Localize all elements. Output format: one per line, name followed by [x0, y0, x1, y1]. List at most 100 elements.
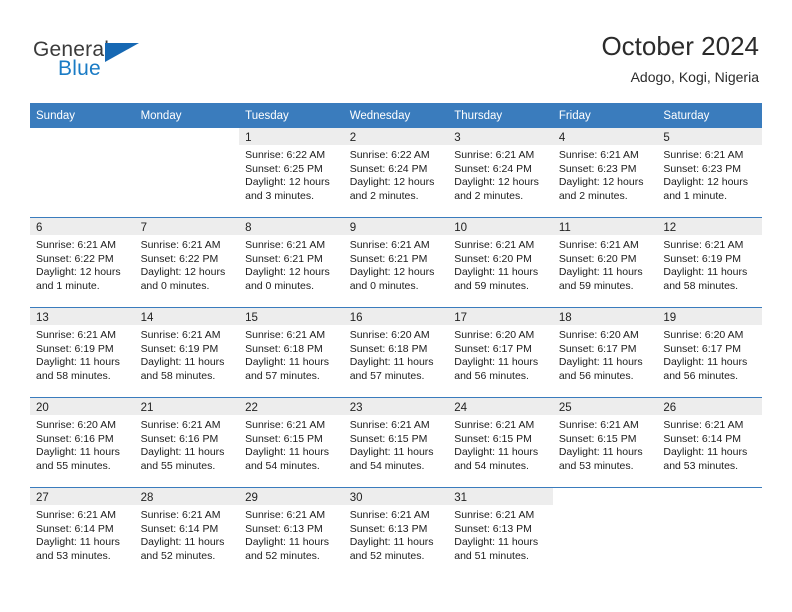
daylight-text-line2: and 54 minutes.	[245, 459, 320, 472]
day-cell[interactable]: 18 Sunrise: 6:20 AM Sunset: 6:17 PM Dayligh…	[552, 307, 658, 398]
day-cell[interactable]: 24 Sunrise: 6:21 AM Sunset: 6:15 PM Dayligh…	[448, 397, 553, 488]
day-details: Sunrise: 6:21 AM Sunset: 6:15 PM Daylight:…	[448, 415, 553, 473]
sunset-text: Sunset: 6:24 PM	[349, 162, 428, 175]
day-details: Sunrise: 6:21 AM Sunset: 6:20 PM Daylight:…	[553, 235, 658, 293]
day-details: Sunrise: 6:20 AM Sunset: 6:17 PM Daylight:…	[657, 325, 762, 383]
daylight-text-line2: and 56 minutes.	[558, 369, 634, 382]
daylight-text-line1: Daylight: 12 hours	[245, 266, 330, 279]
day-number: 7	[134, 218, 240, 235]
day-cell[interactable]: 16 Sunrise: 6:20 AM Sunset: 6:18 PM Dayligh…	[343, 307, 449, 398]
day-number: 28	[134, 488, 240, 505]
sunset-text: Sunset: 6:15 PM	[245, 432, 323, 445]
daylight-text-line1: Daylight: 11 hours	[245, 356, 329, 369]
day-cell[interactable]: 17 Sunrise: 6:20 AM Sunset: 6:17 PM Dayligh…	[448, 307, 553, 398]
sunset-text: Sunset: 6:23 PM	[663, 162, 742, 175]
day-details: Sunrise: 6:21 AM Sunset: 6:13 PM Daylight:…	[448, 505, 553, 563]
day-cell[interactable]: 26 Sunrise: 6:21 AM Sunset: 6:14 PM Dayligh…	[657, 397, 762, 488]
day-cell[interactable]: 27 Sunrise: 6:21 AM Sunset: 6:14 PM Dayligh…	[30, 487, 135, 577]
daylight-text-line1: Daylight: 11 hours	[245, 446, 329, 459]
day-cell[interactable]: 2 Sunrise: 6:22 AM Sunset: 6:24 PM Daylight…	[343, 128, 449, 218]
day-cell[interactable]: 6 Sunrise: 6:21 AM Sunset: 6:22 PM Daylight…	[30, 217, 135, 308]
day-cell[interactable]: 28 Sunrise: 6:21 AM Sunset: 6:14 PM Dayligh…	[134, 487, 240, 577]
sunrise-text: Sunrise: 6:20 AM	[663, 329, 744, 341]
sunset-text: Sunset: 6:20 PM	[558, 252, 637, 265]
sunset-text: Sunset: 6:22 PM	[140, 252, 219, 265]
daylight-text-line2: and 0 minutes.	[349, 279, 419, 292]
day-number: 10	[448, 218, 553, 235]
day-number: 1	[239, 128, 344, 145]
day-cell[interactable]: 31 Sunrise: 6:21 AM Sunset: 6:13 PM Dayligh…	[448, 487, 553, 577]
day-cell[interactable]: 4 Sunrise: 6:21 AM Sunset: 6:23 PM Daylight…	[552, 128, 658, 218]
day-number	[30, 128, 135, 145]
day-cell[interactable]: 5 Sunrise: 6:21 AM Sunset: 6:23 PM Daylight…	[657, 128, 762, 218]
daylight-text-line1: Daylight: 11 hours	[454, 266, 539, 279]
daylight-text-line2: and 59 minutes.	[454, 279, 529, 292]
day-number: 15	[239, 308, 344, 325]
sunset-text: Sunset: 6:18 PM	[349, 342, 428, 355]
day-cell[interactable]: 11 Sunrise: 6:21 AM Sunset: 6:20 PM Dayligh…	[552, 217, 658, 308]
sunrise-text: Sunrise: 6:21 AM	[140, 239, 221, 251]
daylight-text-line1: Daylight: 11 hours	[140, 536, 225, 549]
sunset-text: Sunset: 6:18 PM	[245, 342, 323, 355]
sunset-text: Sunset: 6:16 PM	[140, 432, 219, 445]
sunrise-text: Sunrise: 6:21 AM	[245, 329, 326, 341]
day-details: Sunrise: 6:20 AM Sunset: 6:16 PM Daylight:…	[30, 415, 135, 473]
day-cell[interactable]: 3 Sunrise: 6:21 AM Sunset: 6:24 PM Daylight…	[448, 128, 553, 218]
day-cell[interactable]: 30 Sunrise: 6:21 AM Sunset: 6:13 PM Dayligh…	[343, 487, 449, 577]
general-blue-logo[interactable]: General Blue	[33, 38, 213, 84]
sunrise-text: Sunrise: 6:21 AM	[140, 419, 221, 431]
day-details: Sunrise: 6:21 AM Sunset: 6:19 PM Daylight:…	[30, 325, 135, 383]
day-cell[interactable]: 22 Sunrise: 6:21 AM Sunset: 6:15 PM Dayligh…	[239, 397, 344, 488]
sunrise-text: Sunrise: 6:21 AM	[663, 239, 744, 251]
sunset-text: Sunset: 6:23 PM	[558, 162, 637, 175]
daylight-text-line1: Daylight: 12 hours	[349, 266, 435, 279]
daylight-text-line2: and 54 minutes.	[349, 459, 425, 472]
day-cell[interactable]: 10 Sunrise: 6:21 AM Sunset: 6:20 PM Dayligh…	[448, 217, 553, 308]
daylight-text-line2: and 0 minutes.	[245, 279, 315, 292]
day-number	[134, 128, 240, 145]
day-cell-empty	[657, 487, 762, 577]
day-cell[interactable]: 12 Sunrise: 6:21 AM Sunset: 6:19 PM Dayligh…	[657, 217, 762, 308]
day-details: Sunrise: 6:21 AM Sunset: 6:13 PM Daylight:…	[239, 505, 344, 563]
day-cell[interactable]: 7 Sunrise: 6:21 AM Sunset: 6:22 PM Daylight…	[134, 217, 240, 308]
day-cell[interactable]: 8 Sunrise: 6:21 AM Sunset: 6:21 PM Daylight…	[239, 217, 344, 308]
day-cell[interactable]: 23 Sunrise: 6:21 AM Sunset: 6:15 PM Dayligh…	[343, 397, 449, 488]
sunrise-text: Sunrise: 6:21 AM	[454, 239, 535, 251]
day-cell[interactable]: 19 Sunrise: 6:20 AM Sunset: 6:17 PM Dayligh…	[657, 307, 762, 398]
day-cell[interactable]: 29 Sunrise: 6:21 AM Sunset: 6:13 PM Dayligh…	[239, 487, 344, 577]
sunset-text: Sunset: 6:14 PM	[663, 432, 742, 445]
daylight-text-line1: Daylight: 11 hours	[454, 536, 539, 549]
daylight-text-line2: and 56 minutes.	[663, 369, 739, 382]
sunrise-text: Sunrise: 6:20 AM	[36, 419, 116, 431]
day-details: Sunrise: 6:20 AM Sunset: 6:17 PM Daylight:…	[553, 325, 658, 383]
daylight-text-line1: Daylight: 12 hours	[349, 176, 435, 189]
sunset-text: Sunset: 6:14 PM	[36, 522, 114, 535]
day-cell[interactable]: 1 Sunrise: 6:22 AM Sunset: 6:25 PM Daylight…	[239, 128, 344, 218]
daylight-text-line2: and 1 minute.	[663, 189, 728, 202]
sunrise-text: Sunrise: 6:21 AM	[663, 419, 744, 431]
day-cell[interactable]: 9 Sunrise: 6:21 AM Sunset: 6:21 PM Daylight…	[343, 217, 449, 308]
day-cell[interactable]: 15 Sunrise: 6:21 AM Sunset: 6:18 PM Dayligh…	[239, 307, 344, 398]
day-cell[interactable]: 13 Sunrise: 6:21 AM Sunset: 6:19 PM Dayligh…	[30, 307, 135, 398]
day-number: 8	[239, 218, 344, 235]
weekday-header-wednesday: Wednesday	[343, 103, 449, 128]
daylight-text-line1: Daylight: 11 hours	[454, 446, 539, 459]
day-number: 30	[343, 488, 449, 505]
day-cell[interactable]: 21 Sunrise: 6:21 AM Sunset: 6:16 PM Dayligh…	[134, 397, 240, 488]
day-cell[interactable]: 14 Sunrise: 6:21 AM Sunset: 6:19 PM Dayligh…	[134, 307, 240, 398]
daylight-text-line1: Daylight: 11 hours	[36, 536, 120, 549]
sunset-text: Sunset: 6:17 PM	[454, 342, 532, 355]
daylight-text-line2: and 57 minutes.	[245, 369, 320, 382]
day-number: 24	[448, 398, 553, 415]
day-cell[interactable]: 25 Sunrise: 6:21 AM Sunset: 6:15 PM Dayligh…	[552, 397, 658, 488]
day-cell-empty	[134, 128, 240, 218]
sunrise-text: Sunrise: 6:20 AM	[454, 329, 535, 341]
page-header: General Blue October 2024 Adogo, Kogi, N…	[0, 0, 792, 103]
day-cell[interactable]: 20 Sunrise: 6:20 AM Sunset: 6:16 PM Dayligh…	[30, 397, 135, 488]
weekday-header-saturday: Saturday	[657, 103, 762, 128]
day-details: Sunrise: 6:21 AM Sunset: 6:21 PM Daylight:…	[344, 235, 449, 293]
day-number: 4	[552, 128, 658, 145]
sunset-text: Sunset: 6:15 PM	[349, 432, 428, 445]
daylight-text-line2: and 51 minutes.	[454, 549, 529, 562]
day-details: Sunrise: 6:21 AM Sunset: 6:23 PM Daylight:…	[553, 145, 658, 203]
